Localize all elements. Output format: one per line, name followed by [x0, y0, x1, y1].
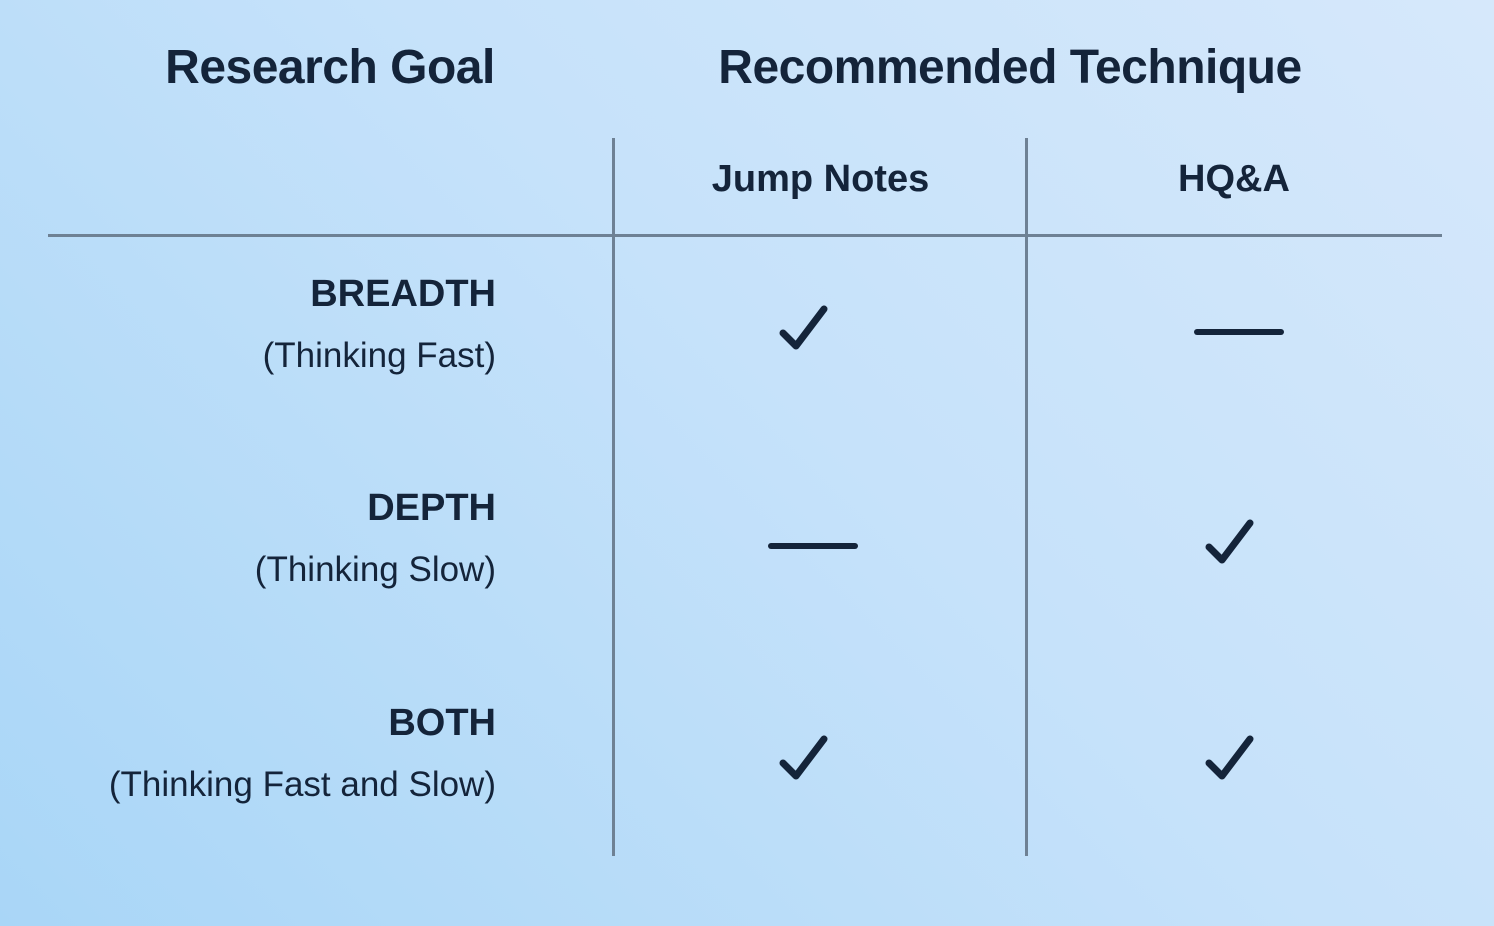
row-label-depth: DEPTH (Thinking Slow) — [255, 486, 496, 590]
row-title: BREADTH — [310, 273, 496, 315]
row-title: DEPTH — [367, 487, 496, 529]
column-header-hqa: HQ&A — [1178, 158, 1290, 200]
column-divider-line — [612, 138, 615, 856]
column-header-jump-notes: Jump Notes — [711, 158, 930, 200]
row-title: BOTH — [388, 702, 496, 744]
column-divider-line — [1025, 138, 1028, 856]
check-icon — [763, 292, 863, 372]
row-subtitle: (Thinking Slow) — [254, 550, 496, 589]
row-label-breadth: BREADTH (Thinking Fast) — [263, 272, 496, 376]
row-label-both: BOTH (Thinking Fast and Slow) — [109, 701, 496, 805]
research-goal-header: Research Goal — [165, 41, 495, 94]
row-subtitle: (Thinking Fast and Slow) — [108, 765, 496, 804]
dash-icon — [763, 506, 863, 586]
recommended-technique-header: Recommended Technique — [718, 41, 1302, 94]
dash-icon — [1189, 292, 1289, 372]
header-divider-line — [48, 234, 1442, 237]
check-icon — [763, 722, 863, 802]
check-icon — [1189, 506, 1289, 586]
row-subtitle: (Thinking Fast) — [262, 336, 496, 375]
check-icon — [1189, 722, 1289, 802]
